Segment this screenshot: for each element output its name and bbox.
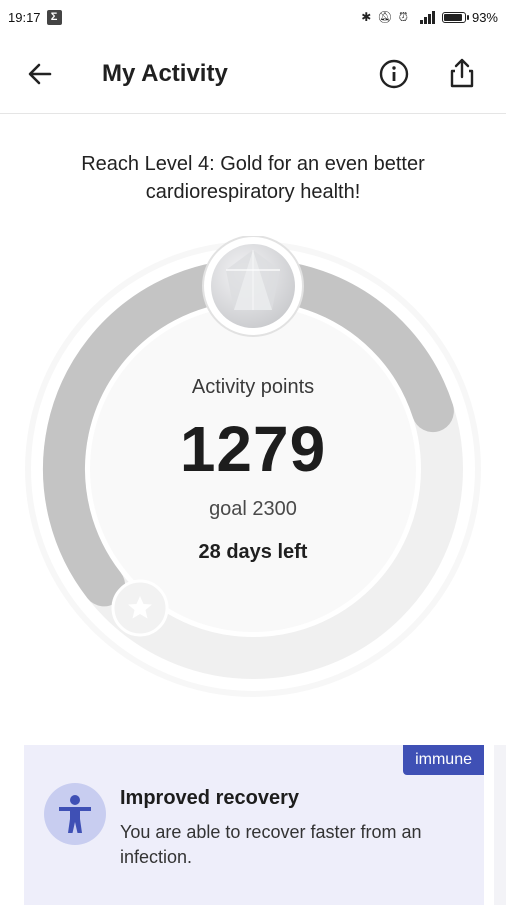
diamond-medal-icon (202, 236, 304, 337)
bluetooth-icon: ✱ (361, 10, 372, 24)
page-title: My Activity (102, 60, 228, 87)
activity-points-label: Activity points (191, 376, 315, 398)
next-card-peek[interactable] (494, 745, 506, 905)
person-accessibility-icon (44, 783, 106, 845)
card-body: You are able to recover faster from an i… (120, 822, 422, 867)
battery-icon (441, 11, 469, 23)
star-badge-icon (111, 579, 169, 637)
alarm-icon: ⏰︎ (398, 9, 408, 24)
benefit-card[interactable]: immune Improved recovery You are able to… (24, 745, 484, 905)
card-title: Improved recovery (120, 787, 299, 809)
card-tag: immune (403, 745, 484, 775)
sigma-app-icon: Σ (46, 9, 62, 25)
status-right: ✱ 🔕︎ ⏰︎ 93% (361, 10, 498, 25)
status-time: 19:17 (8, 9, 41, 25)
days-left: 28 days left (198, 541, 308, 563)
battery-percent: 93% (471, 9, 498, 25)
activity-ring: Activity points 1279 goal 2300 28 days l… (0, 236, 506, 706)
battery-fill (443, 13, 462, 21)
activity-goal: goal 2300 (209, 498, 297, 520)
info-icon[interactable] (378, 58, 410, 90)
app-bar: My Activity (0, 34, 506, 114)
share-icon[interactable] (446, 56, 478, 90)
signal-4g-icon (419, 11, 435, 24)
level-headline: Reach Level 4: Gold for an even better c… (81, 153, 425, 203)
activity-points-value: 1279 (179, 413, 327, 485)
status-bar: 19:17 Σ ✱ 🔕︎ ⏰︎ 93% (0, 0, 506, 34)
mute-icon: 🔕︎ (377, 10, 393, 24)
status-left: 19:17 Σ (8, 9, 62, 25)
arrow-left-icon[interactable] (24, 58, 56, 90)
